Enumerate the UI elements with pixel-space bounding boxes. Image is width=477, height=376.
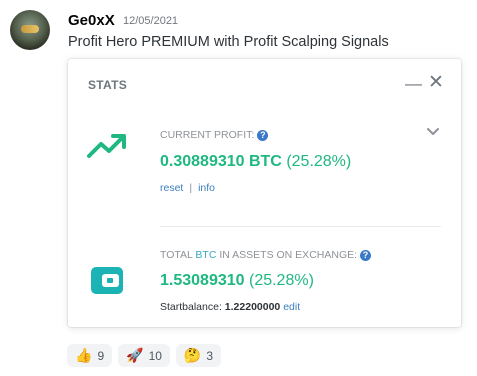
total-assets-percent: (25.28%) [248, 272, 314, 289]
link-separator: | [189, 182, 193, 194]
total-assets-label-currency: BTC [195, 249, 217, 261]
reaction-rocket[interactable]: 🚀 10 [118, 344, 170, 367]
total-assets-label: TOTAL BTC IN ASSETS ON EXCHANGE:? [160, 249, 372, 261]
profit-links: reset | info [160, 182, 215, 194]
help-icon[interactable]: ? [257, 129, 269, 141]
reaction-count: 3 [206, 348, 214, 363]
avatar-visor [21, 25, 39, 33]
stats-embed: STATS — ✕ CURRENT PROFIT:? 0.30889310 BT… [68, 59, 461, 327]
stats-title: STATS [88, 78, 128, 92]
reaction-thinking[interactable]: 🤔 3 [175, 344, 222, 367]
current-profit-label-text: CURRENT PROFIT: [160, 129, 255, 141]
current-profit-label: CURRENT PROFIT:? [160, 129, 269, 141]
wallet-icon [91, 267, 123, 294]
thumbs-up-icon: 👍 [75, 347, 93, 364]
close-icon[interactable]: ✕ [428, 71, 444, 94]
startbalance: Startbalance: 1.22200000 edit [160, 301, 300, 313]
thinking-face-icon: 🤔 [183, 347, 202, 364]
total-assets-label-suffix: IN ASSETS ON EXCHANGE: [219, 249, 358, 261]
current-profit-amount: 0.30889310 BTC [160, 153, 282, 170]
timestamp: 12/05/2021 [123, 15, 179, 27]
username[interactable]: Ge0xX [68, 12, 115, 29]
trend-up-icon [87, 134, 126, 158]
minimize-icon[interactable]: — [405, 74, 422, 94]
startbalance-label: Startbalance: [160, 301, 222, 313]
avatar[interactable] [10, 10, 50, 50]
startbalance-value: 1.22200000 [224, 301, 281, 313]
edit-link[interactable]: edit [283, 301, 300, 313]
reaction-thumbs-up[interactable]: 👍 9 [67, 344, 113, 367]
total-assets-value: 1.53089310 (25.28%) [160, 272, 314, 290]
help-icon[interactable]: ? [360, 249, 372, 261]
total-assets-amount: 1.53089310 [160, 272, 245, 289]
chevron-down-icon[interactable] [426, 127, 440, 137]
current-profit-value: 0.30889310 BTC (25.28%) [160, 153, 351, 171]
reactions-bar: 👍 9 🚀 10 🤔 3 [67, 344, 222, 367]
reset-link[interactable]: reset [160, 182, 183, 194]
total-assets-label-prefix: TOTAL [160, 249, 193, 261]
info-link[interactable]: info [198, 182, 215, 194]
current-profit-percent: (25.28%) [286, 153, 352, 170]
reaction-count: 9 [97, 348, 105, 363]
reaction-count: 10 [148, 348, 162, 363]
divider [160, 226, 441, 227]
message-text: Profit Hero PREMIUM with Profit Scalping… [68, 34, 389, 50]
rocket-icon: 🚀 [126, 347, 144, 364]
